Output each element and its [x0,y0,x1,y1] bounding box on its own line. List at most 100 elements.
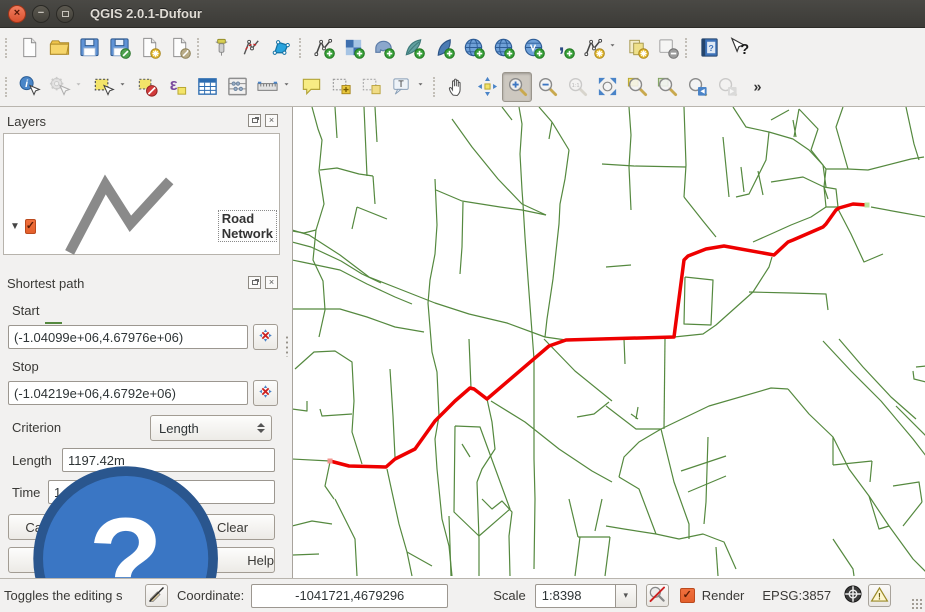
gps-tools-button[interactable] [206,33,236,63]
crs-status-button[interactable] [842,585,864,607]
capture-start-point-button[interactable] [253,324,278,350]
layers-panel-close-button[interactable]: × [265,114,278,127]
titlebar[interactable]: × − QGIS 2.0.1-Dufour [0,0,925,28]
scale-combo[interactable]: ▾ [535,584,637,608]
new-shapefile-layer-button[interactable] [578,33,608,63]
annotation-dropdown-button[interactable] [416,72,430,102]
stop-label: Stop [12,359,39,374]
gps-tools-icon [210,36,233,59]
pan-to-selection-button[interactable] [472,72,502,102]
render-checkbox[interactable]: ✓ [680,588,695,603]
layer-visibility-checkbox[interactable]: ✓ [25,219,36,234]
identify-features-icon: i [18,75,41,98]
whats-this-button[interactable]: ? [724,33,754,63]
window-maximize-button[interactable] [56,5,74,23]
save-project-as-button[interactable] [104,33,134,63]
open-project-button[interactable] [44,33,74,63]
add-wfs-layer-button[interactable] [518,33,548,63]
help-button[interactable]: ?Help [8,547,275,573]
add-wcs-layer-button[interactable] [488,33,518,63]
scale-dropdown-button[interactable]: ▾ [615,584,637,608]
add-wcs-layer-icon [492,36,515,59]
new-project-button[interactable] [14,33,44,63]
simplify-feature-button[interactable] [236,33,266,63]
embed-layers-button[interactable] [622,33,652,63]
expand-caret-icon[interactable]: ▼ [10,221,20,232]
statusbar-hint: Toggles the editing s [4,588,145,603]
feature-action-dropdown-button [74,72,88,102]
layers-panel-float-button[interactable] [248,114,261,127]
open-attribute-table-button[interactable] [192,72,222,102]
identify-features-button[interactable]: i [14,72,44,102]
road-line [320,409,352,416]
pan-map-button[interactable] [442,72,472,102]
measure-dropdown-button[interactable] [282,72,296,102]
road-line [320,168,373,176]
measure-dropdown-icon [283,81,295,93]
road-line [824,169,848,199]
text-annotation-button[interactable]: T [386,72,416,102]
show-bookmarks-button[interactable] [356,72,386,102]
road-line [293,401,307,411]
field-calculator-icon [226,75,249,98]
resize-grip[interactable] [911,598,923,610]
road-line [390,369,395,457]
road-line [293,309,424,332]
remove-layer-button[interactable] [652,33,682,63]
add-raster-layer-button[interactable] [338,33,368,63]
road-line [462,444,470,457]
add-raster-layer-icon [342,36,365,59]
field-calculator-button[interactable] [222,72,252,102]
toggle-editing-button[interactable] [145,584,168,607]
toolbar-overflow-button[interactable]: » [742,72,772,102]
start-input[interactable] [8,325,248,349]
zoom-out-button[interactable] [532,72,562,102]
select-features-button[interactable] [88,72,118,102]
stop-input[interactable] [8,381,248,405]
layer-name[interactable]: Road Network [218,210,277,242]
capture-stop-point-button[interactable] [253,380,278,406]
new-print-composer-button[interactable] [134,33,164,63]
shortest-path-float-button[interactable] [248,276,261,289]
composer-manager-button[interactable] [164,33,194,63]
map-tips-button[interactable] [296,72,326,102]
zoom-in-button[interactable] [502,72,532,102]
new-shapefile-layer-icon [582,36,605,59]
select-features-dropdown-button[interactable] [118,72,132,102]
zoom-full-button[interactable] [592,72,622,102]
add-mssql-layer-button[interactable] [428,33,458,63]
messages-button[interactable]: ! [868,584,891,607]
stop-rendering-button[interactable] [646,584,669,607]
add-spatialite-layer-button[interactable] [398,33,428,63]
add-vector-layer-button[interactable] [308,33,338,63]
deselect-features-button[interactable] [132,72,162,102]
add-delimited-text-layer-button[interactable]: , [548,33,578,63]
zoom-last-button[interactable] [682,72,712,102]
zoom-to-layer-button[interactable] [652,72,682,102]
toolbar-separator [433,77,437,97]
window-minimize-button[interactable]: − [32,5,50,23]
save-project-button[interactable] [74,33,104,63]
shortest-path-close-button[interactable]: × [265,276,278,289]
window-close-button[interactable]: × [8,5,26,23]
new-layer-dropdown-button[interactable] [608,33,622,63]
save-project-as-icon [108,36,131,59]
road-line [636,407,638,419]
coordinate-input[interactable] [251,584,448,608]
coordinate-label: Coordinate: [177,588,244,603]
criterion-value: Length [159,421,199,436]
zoom-to-selection-button[interactable] [622,72,652,102]
measure-line-button[interactable] [252,72,282,102]
new-bookmark-button[interactable] [326,72,356,102]
node-tool-button[interactable] [266,33,296,63]
add-postgis-layer-button[interactable] [368,33,398,63]
add-wms-layer-button[interactable] [458,33,488,63]
layers-tree[interactable]: ▼ ✓ Road Network [3,133,280,255]
dock-splitter[interactable] [283,107,292,578]
map-canvas[interactable] [292,107,925,578]
criterion-select[interactable]: Length [150,415,272,441]
road-line [605,537,610,576]
help-contents-button[interactable]: ? [694,33,724,63]
scale-input[interactable] [535,584,615,608]
select-by-expression-button[interactable]: ε [162,72,192,102]
